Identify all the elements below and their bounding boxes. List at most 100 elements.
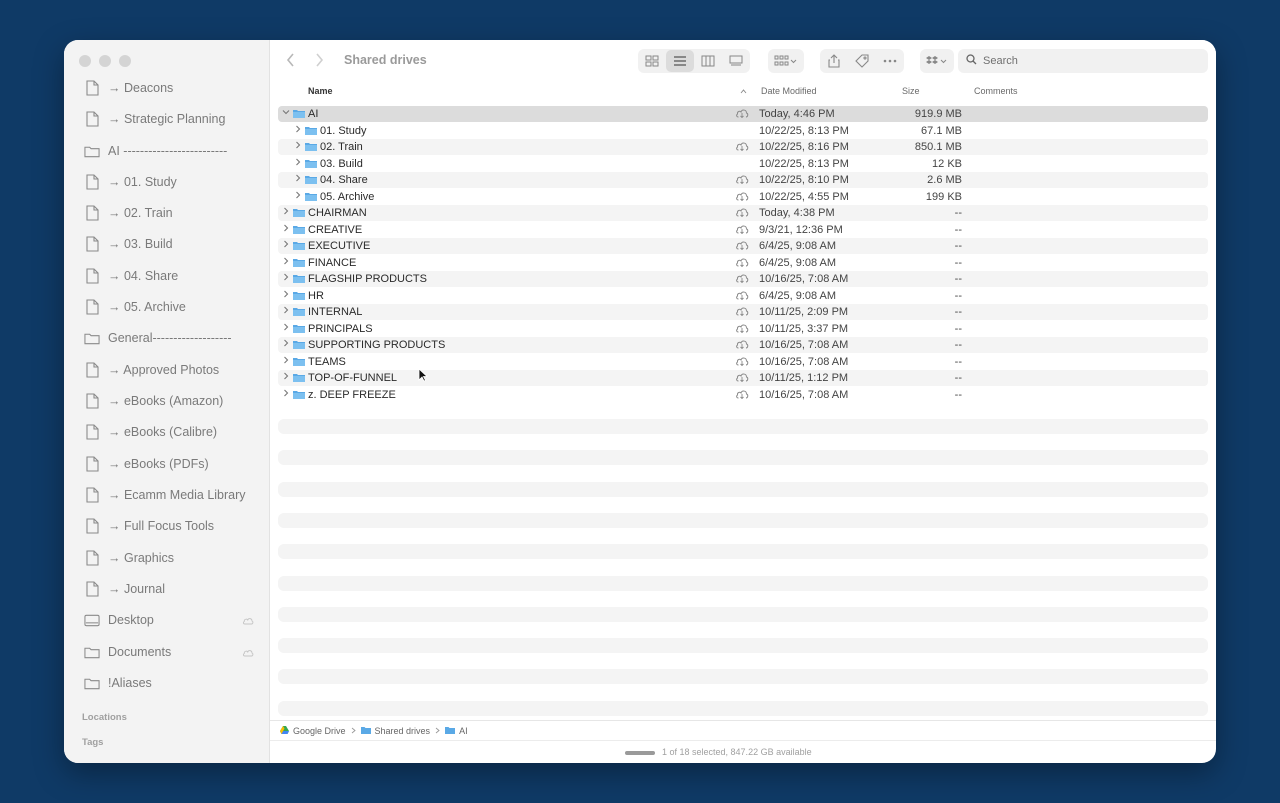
table-row[interactable]: 04. Share 10/22/25, 8:10 PM 2.6 MB	[278, 172, 1208, 188]
table-row[interactable]: PRINCIPALS 10/11/25, 3:37 PM --	[278, 321, 1208, 337]
table-row[interactable]: 03. Build 10/22/25, 8:13 PM 12 KB	[278, 156, 1208, 172]
forward-icon[interactable]	[314, 53, 324, 72]
cloud-download-icon[interactable]	[735, 339, 749, 352]
sidebar-item[interactable]: → Deacons	[84, 76, 264, 100]
cloud-download-icon[interactable]	[735, 290, 749, 303]
resize-handle[interactable]	[625, 751, 655, 755]
icloud-icon	[242, 646, 254, 660]
cloud-download-icon[interactable]	[735, 306, 749, 319]
cloud-download-icon[interactable]	[735, 224, 749, 237]
search-field[interactable]: Search	[958, 49, 1208, 73]
cloud-download-icon[interactable]	[735, 372, 749, 385]
path-segment[interactable]: Google Drive	[280, 725, 346, 736]
sidebar-item[interactable]: → 04. Share	[84, 264, 264, 288]
sidebar-item[interactable]: → 02. Train	[84, 201, 264, 225]
dropbox-icon[interactable]	[920, 49, 954, 73]
table-row[interactable]: SUPPORTING PRODUCTS 10/16/25, 7:08 AM --	[278, 337, 1208, 353]
chevron-right-icon[interactable]	[294, 141, 302, 151]
table-row[interactable]: 01. Study 10/22/25, 8:13 PM 67.1 MB	[278, 123, 1208, 139]
list-view-icon[interactable]	[666, 50, 694, 72]
table-row[interactable]: 02. Train 10/22/25, 8:16 PM 850.1 MB	[278, 139, 1208, 155]
chevron-right-icon[interactable]	[282, 356, 290, 366]
chevron-right-icon[interactable]	[282, 207, 290, 217]
chevron-right-icon[interactable]	[294, 174, 302, 184]
zoom-button[interactable]	[119, 55, 131, 67]
sidebar-section-locations[interactable]: Locations	[82, 712, 127, 723]
sidebar-item[interactable]: → 01. Study	[84, 170, 264, 194]
table-row[interactable]: INTERNAL 10/11/25, 2:09 PM --	[278, 304, 1208, 320]
sidebar-section-tags[interactable]: Tags	[82, 737, 103, 748]
chevron-right-icon[interactable]	[282, 323, 290, 333]
sidebar-item[interactable]: → eBooks (PDFs)	[84, 452, 264, 476]
column-view-icon[interactable]	[694, 50, 722, 72]
cloud-download-icon[interactable]	[735, 323, 749, 336]
chevron-right-icon[interactable]	[282, 389, 290, 399]
table-row[interactable]: CREATIVE 9/3/21, 12:36 PM --	[278, 222, 1208, 238]
icon-view-icon[interactable]	[638, 50, 666, 72]
column-date[interactable]: Date Modified	[761, 86, 817, 96]
cloud-download-icon[interactable]	[735, 356, 749, 369]
cloud-download-icon[interactable]	[735, 174, 749, 187]
table-row[interactable]: z. DEEP FREEZE 10/16/25, 7:08 AM --	[278, 387, 1208, 403]
column-name[interactable]: Name	[308, 86, 333, 96]
doc-icon	[84, 173, 100, 191]
table-row[interactable]: FINANCE 6/4/25, 9:08 AM --	[278, 255, 1208, 271]
sidebar-item[interactable]: → Ecamm Media Library	[84, 483, 264, 507]
cloud-download-icon[interactable]	[735, 389, 749, 402]
sidebar-item[interactable]: → eBooks (Amazon)	[84, 389, 264, 413]
table-row[interactable]: AI Today, 4:46 PM 919.9 MB	[278, 106, 1208, 122]
chevron-right-icon[interactable]	[282, 273, 290, 283]
sidebar-item[interactable]: Desktop	[84, 608, 264, 632]
chevron-down-icon[interactable]	[282, 108, 290, 118]
cloud-download-icon[interactable]	[735, 257, 749, 270]
more-icon[interactable]	[876, 50, 904, 72]
back-icon[interactable]	[286, 53, 296, 72]
cloud-download-icon[interactable]	[735, 240, 749, 253]
chevron-right-icon[interactable]	[294, 158, 302, 168]
chevron-right-icon[interactable]	[282, 224, 290, 234]
table-row[interactable]: EXECUTIVE 6/4/25, 9:08 AM --	[278, 238, 1208, 254]
sidebar-item[interactable]: → 03. Build	[84, 232, 264, 256]
table-row[interactable]: HR 6/4/25, 9:08 AM --	[278, 288, 1208, 304]
column-size[interactable]: Size	[902, 86, 920, 96]
minimize-button[interactable]	[99, 55, 111, 67]
chevron-right-icon[interactable]	[282, 290, 290, 300]
table-row[interactable]: 05. Archive 10/22/25, 4:55 PM 199 KB	[278, 189, 1208, 205]
cloud-download-icon[interactable]	[735, 207, 749, 220]
path-segment[interactable]: Shared drives	[360, 726, 430, 736]
chevron-right-icon[interactable]	[282, 306, 290, 316]
sidebar-item[interactable]: Documents	[84, 640, 264, 664]
sidebar-item[interactable]: General-------------------	[84, 326, 264, 350]
chevron-right-icon[interactable]	[282, 257, 290, 267]
sidebar-item[interactable]: → Strategic Planning	[84, 107, 264, 131]
table-row[interactable]: CHAIRMAN Today, 4:38 PM --	[278, 205, 1208, 221]
chevron-right-icon[interactable]	[282, 240, 290, 250]
close-button[interactable]	[79, 55, 91, 67]
chevron-right-icon[interactable]	[294, 125, 302, 135]
sidebar-item[interactable]: → Approved Photos	[84, 358, 264, 382]
sidebar-item[interactable]: AI -------------------------	[84, 139, 264, 163]
sidebar-item[interactable]: !Aliases	[84, 671, 264, 695]
path-segment[interactable]: AI	[445, 726, 468, 736]
chevron-right-icon[interactable]	[282, 372, 290, 382]
tag-icon[interactable]	[848, 50, 876, 72]
cloud-download-icon[interactable]	[735, 191, 749, 204]
column-comments[interactable]: Comments	[974, 86, 1018, 96]
sidebar-item-label: General-------------------	[108, 331, 232, 345]
chevron-right-icon[interactable]	[294, 191, 302, 201]
gallery-view-icon[interactable]	[722, 50, 750, 72]
sidebar-item[interactable]: → Full Focus Tools	[84, 514, 264, 538]
cloud-download-icon[interactable]	[735, 108, 749, 121]
sidebar-item[interactable]: → Graphics	[84, 546, 264, 570]
sidebar-item[interactable]: → Journal	[84, 577, 264, 601]
group-by-icon[interactable]	[768, 49, 804, 73]
cloud-download-icon[interactable]	[735, 273, 749, 286]
cloud-download-icon[interactable]	[735, 141, 749, 154]
sidebar-item-label: AI -------------------------	[108, 144, 228, 158]
sidebar-item[interactable]: → eBooks (Calibre)	[84, 420, 264, 444]
sidebar-item[interactable]: → 05. Archive	[84, 295, 264, 319]
table-row[interactable]: FLAGSHIP PRODUCTS 10/16/25, 7:08 AM --	[278, 271, 1208, 287]
file-name: TEAMS	[308, 355, 346, 368]
chevron-right-icon[interactable]	[282, 339, 290, 349]
share-icon[interactable]	[820, 50, 848, 72]
